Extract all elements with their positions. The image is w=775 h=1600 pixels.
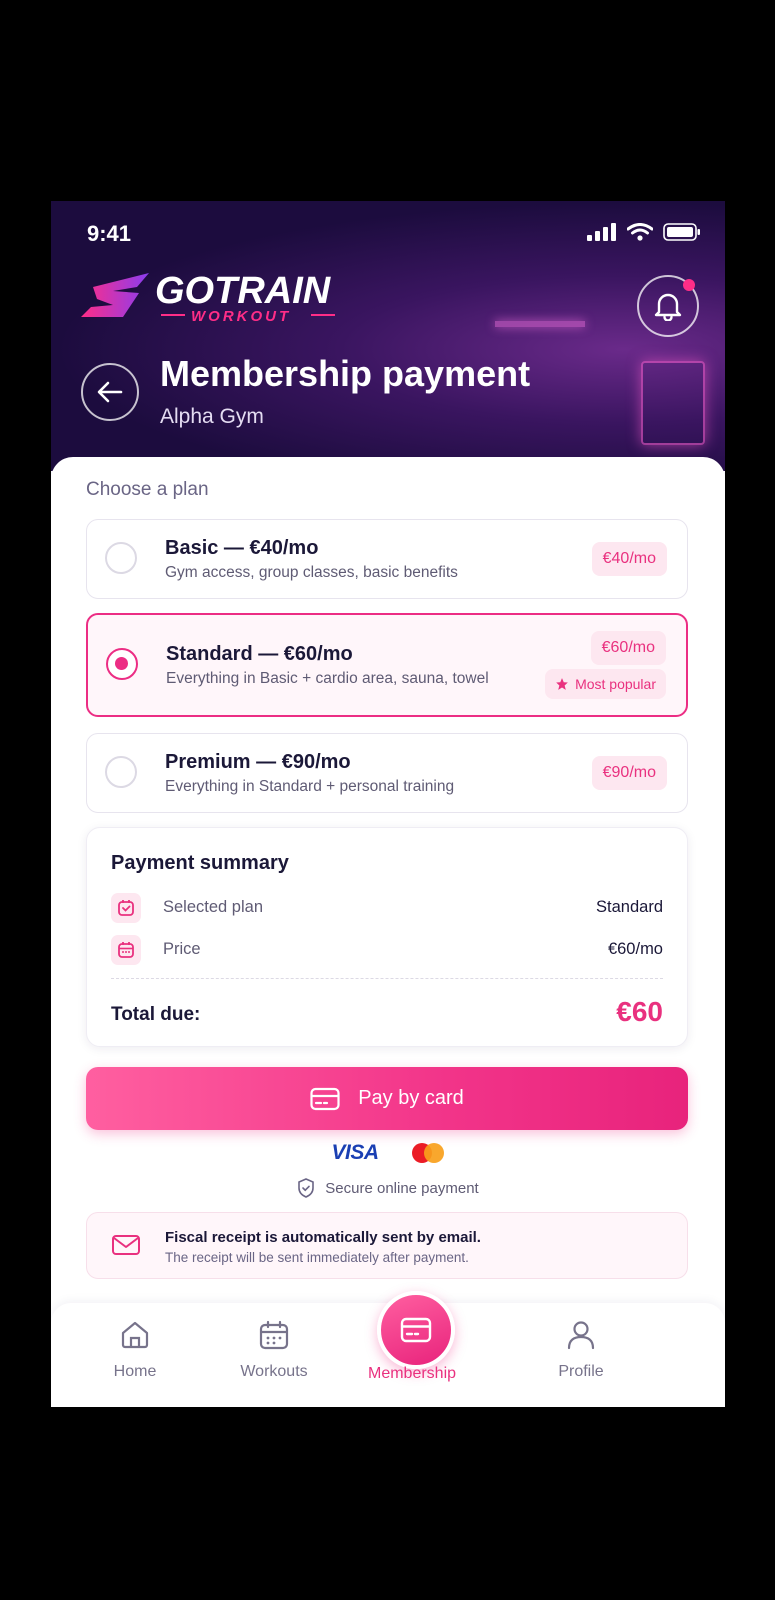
header-banner: 9:41 GOTRAIN WORKOUT Membership payment … [51,201,725,471]
user-icon [567,1321,595,1350]
summary-row-plan: Selected plan Standard [111,893,663,923]
price-badge: €60/mo [590,631,666,665]
notifications-button[interactable] [637,275,699,337]
gym-name: Alpha Gym [160,405,264,428]
gotrain-logo: GOTRAIN WORKOUT [79,267,359,332]
mastercard-logo [411,1143,444,1163]
card-icon [400,1317,432,1343]
summary-divider [111,978,663,979]
brand-name: GOTRAIN [155,270,332,312]
page-title: Membership payment [160,353,531,394]
plan-name: Premium — €90/mo [165,751,351,773]
price-badge: €40/mo [591,542,667,576]
content-sheet: Choose a plan Basic — €40/mo Gym access,… [51,457,725,1407]
gym-neon-strip [495,321,585,327]
arrow-left-icon [97,381,123,403]
summary-value: €60/mo [607,940,663,958]
price-badge: €90/mo [591,756,667,790]
receipt-title: Fiscal receipt is automatically sent by … [165,1229,481,1246]
most-popular-badge: Most popular [545,669,666,699]
signal-icon [587,223,616,241]
back-button[interactable] [81,363,139,421]
plan-radio[interactable] [105,756,137,788]
calendar-icon [111,935,141,965]
nav-label: Workouts [240,1363,308,1380]
plan-option-standard[interactable]: Standard — €60/mo Everything in Basic + … [86,613,688,717]
battery-icon [663,223,700,241]
pay-button-label: Pay by card [358,1087,464,1109]
total-due-label: Total due: [111,1004,201,1025]
wifi-icon [627,223,653,241]
secure-payment-note: Secure online payment [51,1178,725,1198]
plan-description: Everything in Standard + personal traini… [165,778,455,795]
plan-radio-selected[interactable] [106,648,138,680]
bottom-navigation: Home Workouts Membership Profile [51,1291,725,1407]
app-screen: 9:41 GOTRAIN WORKOUT Membership payment … [51,201,725,1407]
notification-dot [683,279,695,291]
brand-tagline: WORKOUT [191,308,291,325]
receipt-subtitle: The receipt will be sent immediately aft… [165,1250,469,1265]
nav-label: Home [113,1363,157,1380]
calendar-check-icon [111,893,141,923]
plan-name: Standard — €60/mo [166,643,353,665]
calendar-icon [259,1320,289,1350]
payment-summary-card: Payment summary Selected plan Standard P… [86,827,688,1047]
star-icon [556,678,568,690]
receipt-notice: Fiscal receipt is automatically sent by … [86,1212,688,1279]
pay-by-card-button[interactable]: Pay by card [86,1067,688,1130]
mail-icon [112,1235,140,1255]
plan-radio[interactable] [105,542,137,574]
status-time: 9:41 [87,221,132,246]
summary-title: Payment summary [111,852,289,874]
choose-plan-label: Choose a plan [86,479,209,500]
summary-row-price: Price €60/mo [111,935,663,965]
most-popular-label: Most popular [575,676,656,692]
accepted-cards: VISA [51,1141,725,1165]
shield-icon [298,1178,315,1198]
plan-option-basic[interactable]: Basic — €40/mo Gym access, group classes… [86,519,688,599]
nav-label: Membership [367,1365,457,1382]
summary-label: Price [163,940,201,958]
summary-label: Selected plan [163,898,263,916]
summary-value: Standard [596,898,663,916]
gym-neon-light [641,361,705,445]
plan-option-premium[interactable]: Premium — €90/mo Everything in Standard … [86,733,688,813]
nav-label: Profile [558,1363,604,1380]
status-icons [587,223,701,241]
visa-logo: VISA [331,1141,379,1164]
bell-icon [654,293,682,321]
plan-name: Basic — €40/mo [165,537,319,559]
credit-card-icon [310,1087,340,1110]
secure-payment-label: Secure online payment [325,1179,479,1197]
home-icon [121,1321,149,1349]
total-due-value: €60 [616,996,663,1027]
membership-fab[interactable] [377,1291,455,1369]
plan-description: Everything in Basic + cardio area, sauna… [166,670,489,687]
plan-description: Gym access, group classes, basic benefit… [165,564,458,581]
